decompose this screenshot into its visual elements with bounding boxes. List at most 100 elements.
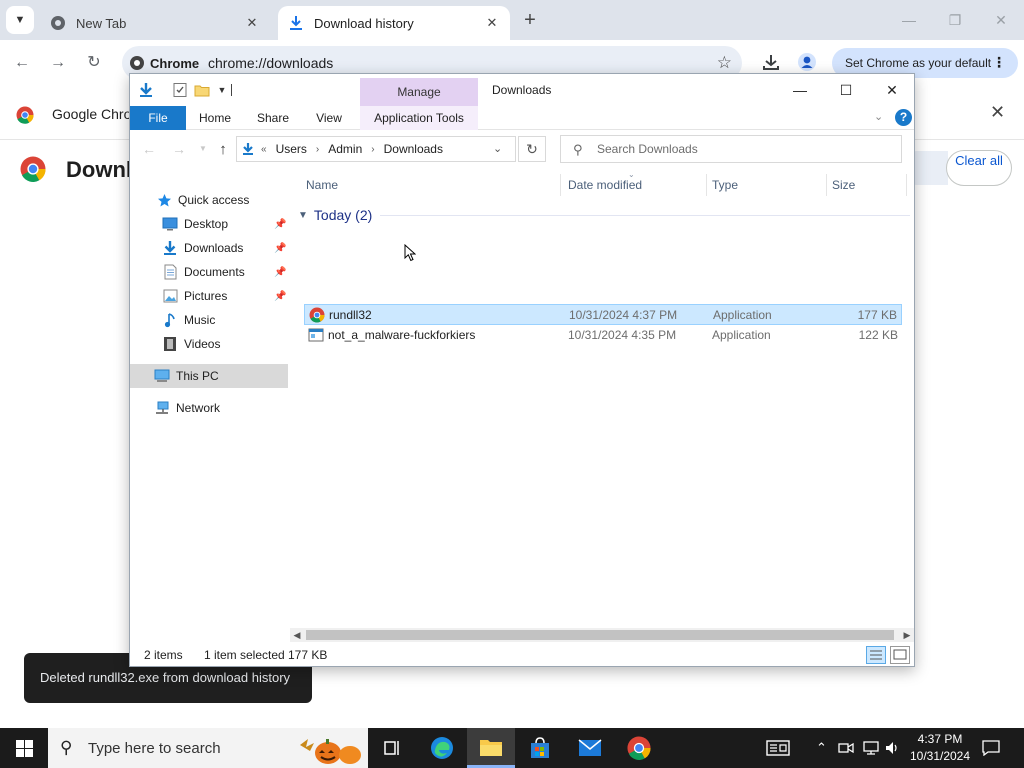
column-header-size[interactable]: Size — [832, 178, 855, 192]
tab-new-tab[interactable]: New Tab ✕ — [40, 6, 270, 40]
column-divider[interactable] — [706, 174, 707, 196]
close-icon[interactable]: ✕ — [244, 15, 260, 31]
notifications-icon[interactable] — [982, 740, 1000, 759]
chevron-up-icon[interactable]: ⌃ — [816, 740, 827, 756]
tab-download-history[interactable]: Download history ✕ — [278, 6, 510, 40]
recent-locations-button[interactable]: ▼ — [194, 144, 212, 153]
minimize-button[interactable]: — — [894, 8, 924, 32]
taskbar-search-box[interactable]: ⚲ Type here to search — [48, 728, 368, 768]
kebab-menu-icon[interactable]: ⋮ — [992, 54, 1006, 71]
bookmark-star-icon[interactable]: ☆ — [717, 53, 732, 73]
breadcrumb-admin[interactable]: Admin — [328, 142, 362, 156]
explorer-maximize-button[interactable]: ☐ — [826, 78, 866, 102]
sidebar-item-network[interactable]: Network — [130, 396, 288, 420]
tab-view[interactable]: View — [306, 106, 352, 130]
chevron-down-icon[interactable]: ▼ — [298, 210, 308, 221]
breadcrumb-users[interactable]: Users — [276, 142, 307, 156]
pin-icon[interactable]: 📌 — [274, 291, 286, 302]
column-header-name[interactable]: Name — [306, 178, 338, 192]
network-icon — [154, 400, 170, 416]
file-size: 177 KB — [857, 308, 897, 322]
clear-all-button[interactable]: Clear all — [946, 150, 1012, 186]
help-icon[interactable]: ? — [895, 109, 912, 126]
tab-file[interactable]: File — [130, 106, 186, 130]
downloads-toolbar-button[interactable] — [760, 53, 782, 75]
large-icons-view-button[interactable] — [890, 646, 910, 664]
tab-search-button[interactable]: ▼ — [6, 6, 34, 34]
chevron-down-icon[interactable]: ⌄ — [493, 142, 502, 155]
column-divider[interactable] — [826, 174, 827, 196]
tab-share[interactable]: Share — [250, 106, 296, 130]
table-row[interactable]: not_a_malware-fuckforkiers 10/31/2024 4:… — [304, 325, 902, 346]
close-icon[interactable]: ✕ — [990, 102, 1005, 123]
breadcrumb-overflow[interactable]: « — [261, 144, 267, 155]
address-bar[interactable]: « Users › Admin › Downloads ⌄ — [236, 136, 516, 162]
sidebar-item-pictures[interactable]: Pictures 📌 — [130, 284, 288, 308]
explorer-minimize-button[interactable]: — — [780, 78, 820, 102]
url-text[interactable]: chrome://downloads — [208, 55, 333, 71]
up-button[interactable]: ↑ — [214, 141, 232, 158]
details-view-button[interactable] — [866, 646, 886, 664]
profile-button[interactable] — [796, 53, 818, 75]
news-widget-icon[interactable] — [766, 740, 790, 759]
column-header-date-modified[interactable]: Date modified — [568, 178, 642, 192]
scroll-left-icon[interactable]: ◀ — [290, 628, 304, 642]
scroll-right-icon[interactable]: ▶ — [900, 628, 914, 642]
reload-button[interactable]: ↻ — [82, 51, 106, 75]
network-status-icon[interactable] — [862, 740, 880, 759]
manage-context-tab[interactable]: Manage — [360, 78, 478, 106]
search-downloads-box[interactable]: ⚲ — [560, 135, 902, 163]
chevron-right-icon[interactable]: › — [371, 144, 374, 155]
sidebar-item-downloads[interactable]: Downloads 📌 — [130, 236, 288, 260]
store-taskbar-button[interactable] — [516, 728, 564, 768]
chrome-taskbar-button[interactable] — [615, 728, 663, 768]
back-button[interactable]: ← — [10, 51, 34, 75]
breadcrumb-downloads[interactable]: Downloads — [384, 142, 443, 156]
expand-ribbon-chevron-icon[interactable]: ⌄ — [874, 110, 883, 123]
mail-taskbar-button[interactable] — [566, 728, 614, 768]
sidebar-item-videos[interactable]: Videos — [130, 332, 288, 356]
page-title: Downl — [66, 157, 132, 182]
new-folder-icon[interactable] — [194, 82, 210, 98]
forward-button[interactable]: → — [46, 51, 70, 75]
pin-icon[interactable]: 📌 — [274, 243, 286, 254]
customize-quick-access-icon[interactable]: ▼ — [214, 82, 230, 98]
close-window-button[interactable]: ✕ — [986, 8, 1016, 32]
properties-icon[interactable] — [172, 82, 188, 98]
tab-application-tools[interactable]: Application Tools — [360, 106, 478, 130]
new-tab-button[interactable]: + — [518, 9, 542, 33]
explorer-close-button[interactable]: ✕ — [872, 78, 912, 102]
chevron-right-icon[interactable]: › — [316, 144, 319, 155]
site-info-chip[interactable]: Chrome — [130, 54, 199, 72]
edge-taskbar-button[interactable] — [418, 728, 466, 768]
sidebar-item-documents[interactable]: Documents 📌 — [130, 260, 288, 284]
pin-icon[interactable]: 📌 — [274, 219, 286, 230]
tab-home[interactable]: Home — [192, 106, 238, 130]
column-header-type[interactable]: Type — [712, 178, 738, 192]
sidebar-item-quick-access[interactable]: Quick access — [130, 188, 288, 212]
refresh-button[interactable]: ↻ — [518, 136, 546, 162]
pin-icon[interactable]: 📌 — [274, 267, 286, 278]
system-clock[interactable]: 4:37 PM 10/31/2024 — [900, 731, 980, 765]
file-name[interactable]: not_a_malware-fuckforkiers — [328, 328, 475, 342]
volume-icon[interactable] — [884, 740, 900, 759]
search-input[interactable] — [595, 140, 895, 158]
sidebar-item-music[interactable]: Music — [130, 308, 288, 332]
restore-button[interactable]: ❐ — [940, 8, 970, 32]
meet-now-icon[interactable] — [838, 740, 854, 759]
file-name[interactable]: rundll32 — [329, 308, 372, 322]
back-button[interactable]: ← — [140, 141, 158, 157]
column-divider[interactable] — [560, 174, 561, 196]
column-divider[interactable] — [906, 174, 907, 196]
forward-button[interactable]: → — [170, 141, 188, 157]
close-icon[interactable]: ✕ — [484, 15, 500, 31]
group-header-today[interactable]: ▼ Today (2) — [298, 206, 910, 224]
table-row[interactable]: rundll32 10/31/2024 4:37 PM Application … — [304, 304, 902, 325]
sidebar-item-desktop[interactable]: Desktop 📌 — [130, 212, 288, 236]
scrollbar-thumb[interactable] — [306, 630, 894, 640]
task-view-button[interactable] — [368, 728, 416, 768]
horizontal-scrollbar[interactable]: ◀ ▶ — [290, 628, 914, 642]
sidebar-item-this-pc[interactable]: This PC — [130, 364, 288, 388]
start-button[interactable] — [0, 728, 48, 768]
file-explorer-taskbar-button[interactable] — [467, 728, 515, 768]
